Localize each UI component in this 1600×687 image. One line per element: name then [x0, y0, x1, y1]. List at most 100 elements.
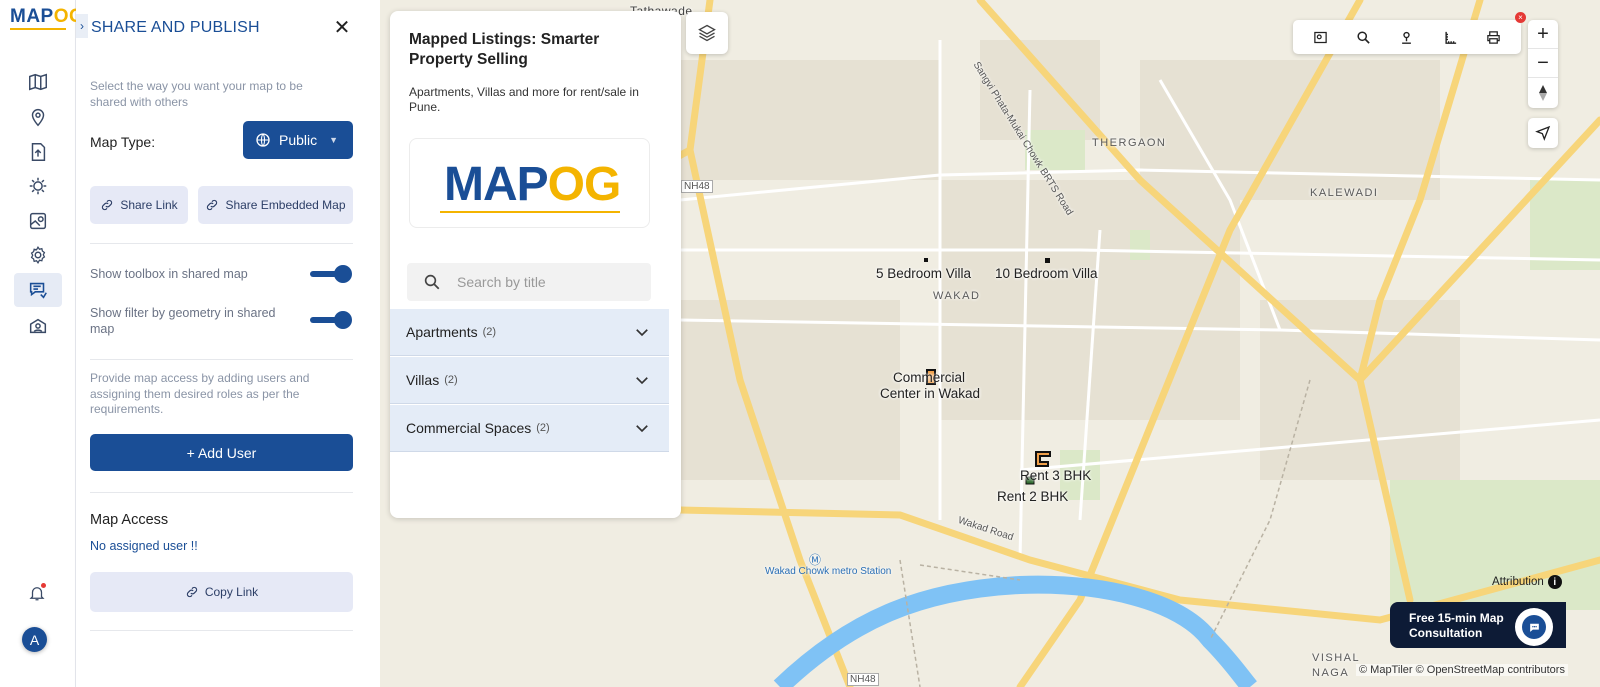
- marker-label-rent-2-bhk[interactable]: Rent 2 BHK: [997, 489, 1068, 504]
- close-panel-button[interactable]: ✕: [332, 18, 352, 38]
- divider: [90, 359, 353, 360]
- rail-upload-button[interactable]: [14, 135, 62, 169]
- card-title: Mapped Listings: Smarter Property Sellin…: [409, 31, 600, 68]
- link-icon: [207, 199, 218, 211]
- link-icon: [102, 199, 113, 211]
- map-label-kalewadi: KALEWADI: [1310, 187, 1379, 199]
- icon-rail: MAPOG A: [0, 0, 84, 687]
- toolbox-close-button[interactable]: ×: [1515, 12, 1526, 23]
- share-description: Select the way you want your map to be s…: [90, 79, 303, 109]
- map-access-icon: [29, 318, 47, 334]
- card-subtitle: Apartments, Villas and more for rent/sal…: [409, 85, 639, 114]
- compass-button[interactable]: [1528, 78, 1558, 107]
- map-analysis-icon: [29, 212, 47, 230]
- map-access-title: Map Access: [90, 512, 169, 528]
- divider: [90, 630, 353, 631]
- filter-toggle-label: Show filter by geometry in shared map: [90, 306, 276, 336]
- villa-marker[interactable]: [1045, 258, 1050, 263]
- notification-dot: [41, 583, 46, 588]
- map-label-naga: NAGA: [1312, 667, 1350, 679]
- notifications-button[interactable]: [24, 580, 50, 606]
- map-icon: [29, 73, 47, 91]
- zoom-in-button[interactable]: +: [1528, 20, 1558, 49]
- chat-bubble-icon: [1529, 623, 1539, 632]
- toolbox-measure-button[interactable]: [1440, 27, 1460, 47]
- map-view-icon: [1314, 31, 1327, 43]
- panel-title: SHARE AND PUBLISH: [91, 19, 260, 36]
- settings-sun-icon: [29, 177, 47, 195]
- map-label-vishal: VISHAL: [1312, 652, 1361, 664]
- card-logo: MAPOG: [409, 138, 650, 228]
- toolbox-map-view-button[interactable]: [1311, 27, 1331, 47]
- layers-button[interactable]: [686, 12, 728, 54]
- map-label-nh48: NH48: [847, 673, 879, 686]
- close-icon: ×: [1518, 13, 1523, 22]
- map-canvas[interactable]: Tathawade THERGAON KALEWADI WAKAD VISHAL…: [380, 0, 1600, 687]
- upload-icon: [31, 143, 46, 161]
- category-apartments[interactable]: Apartments (2): [390, 309, 669, 356]
- navigation-arrow-icon: [1535, 125, 1551, 141]
- map-type-value: Public: [279, 132, 318, 148]
- marker-label-10-bedroom-villa[interactable]: 10 Bedroom Villa: [995, 266, 1098, 281]
- ruler-icon: [1445, 31, 1456, 44]
- rail-share-button[interactable]: [14, 273, 62, 307]
- attribution-toggle[interactable]: Attribution i: [1492, 575, 1562, 589]
- search-input[interactable]: [457, 271, 637, 293]
- rail-analysis-button[interactable]: [14, 204, 62, 238]
- plus-icon: +: [1537, 22, 1549, 45]
- collapse-panel-button[interactable]: ›: [76, 14, 88, 38]
- copy-link-button[interactable]: Copy Link: [90, 572, 353, 612]
- rail-access-button[interactable]: [14, 309, 62, 343]
- location-pin-icon: [31, 109, 45, 127]
- marker-label-commercial-line2[interactable]: Center in Wakad: [880, 386, 980, 401]
- rail-tools-button[interactable]: [14, 169, 62, 203]
- printer-icon: [1487, 30, 1500, 44]
- info-icon: i: [1547, 575, 1562, 589]
- map-label-thergaon: THERGAON: [1092, 137, 1167, 149]
- map-credits[interactable]: © MapTiler © OpenStreetMap contributors: [1356, 664, 1568, 676]
- chevron-down-icon: [636, 329, 648, 337]
- chat-button[interactable]: [1515, 608, 1553, 646]
- map-label-metro-station: Ⓜ Wakad Chowk metro Station: [765, 553, 892, 577]
- map-label-nh48: NH48: [681, 180, 713, 193]
- close-icon: ✕: [333, 17, 351, 39]
- filter-geometry-toggle[interactable]: [308, 310, 354, 330]
- layers-icon: [698, 24, 716, 42]
- share-link-button[interactable]: Share Link: [90, 186, 188, 224]
- rail-map-button[interactable]: [14, 65, 62, 99]
- rail-settings-button[interactable]: [14, 238, 62, 272]
- toolbox-marker-button[interactable]: [1397, 27, 1417, 47]
- toolbox-toggle[interactable]: [308, 264, 354, 284]
- pin-icon: [1402, 31, 1412, 44]
- access-description: Provide map access by adding users and a…: [90, 371, 310, 416]
- listing-card: Mapped Listings: Smarter Property Sellin…: [390, 11, 681, 518]
- marker-label-rent-3-bhk[interactable]: Rent 3 BHK: [1020, 468, 1091, 483]
- category-villas[interactable]: Villas (2): [390, 357, 669, 404]
- toolbox-search-button[interactable]: [1354, 27, 1374, 47]
- villa-marker[interactable]: [924, 258, 928, 262]
- mapog-logo[interactable]: MAPOG: [10, 6, 84, 30]
- toolbox-print-button[interactable]: [1483, 27, 1503, 47]
- divider: [90, 243, 353, 244]
- no-user-message: No assigned user !!: [90, 539, 198, 553]
- map-label-wakad: WAKAD: [933, 290, 981, 302]
- marker-label-commercial-line1[interactable]: Commercial: [893, 370, 965, 385]
- divider: [90, 492, 353, 493]
- marker-label-5-bedroom-villa[interactable]: 5 Bedroom Villa: [876, 266, 971, 281]
- add-user-button[interactable]: + Add User: [90, 434, 353, 471]
- rail-location-button[interactable]: [14, 100, 62, 134]
- map-type-dropdown[interactable]: Public ▼: [243, 121, 353, 159]
- category-commercial-spaces[interactable]: Commercial Spaces (2): [390, 405, 669, 452]
- user-avatar[interactable]: A: [22, 627, 47, 652]
- chevron-down-icon: [636, 425, 648, 433]
- globe-icon: [256, 133, 270, 147]
- zoom-out-button[interactable]: −: [1528, 49, 1558, 78]
- toolbox-toggle-label: Show toolbox in shared map: [90, 267, 248, 281]
- compass-icon: [1539, 84, 1547, 101]
- share-embedded-map-button[interactable]: Share Embedded Map: [198, 186, 353, 224]
- minus-icon: −: [1537, 51, 1549, 74]
- geolocate-button[interactable]: [1528, 118, 1558, 148]
- zoom-controls: + −: [1528, 20, 1558, 108]
- link-icon: [186, 586, 197, 598]
- chevron-down-icon: [636, 377, 648, 385]
